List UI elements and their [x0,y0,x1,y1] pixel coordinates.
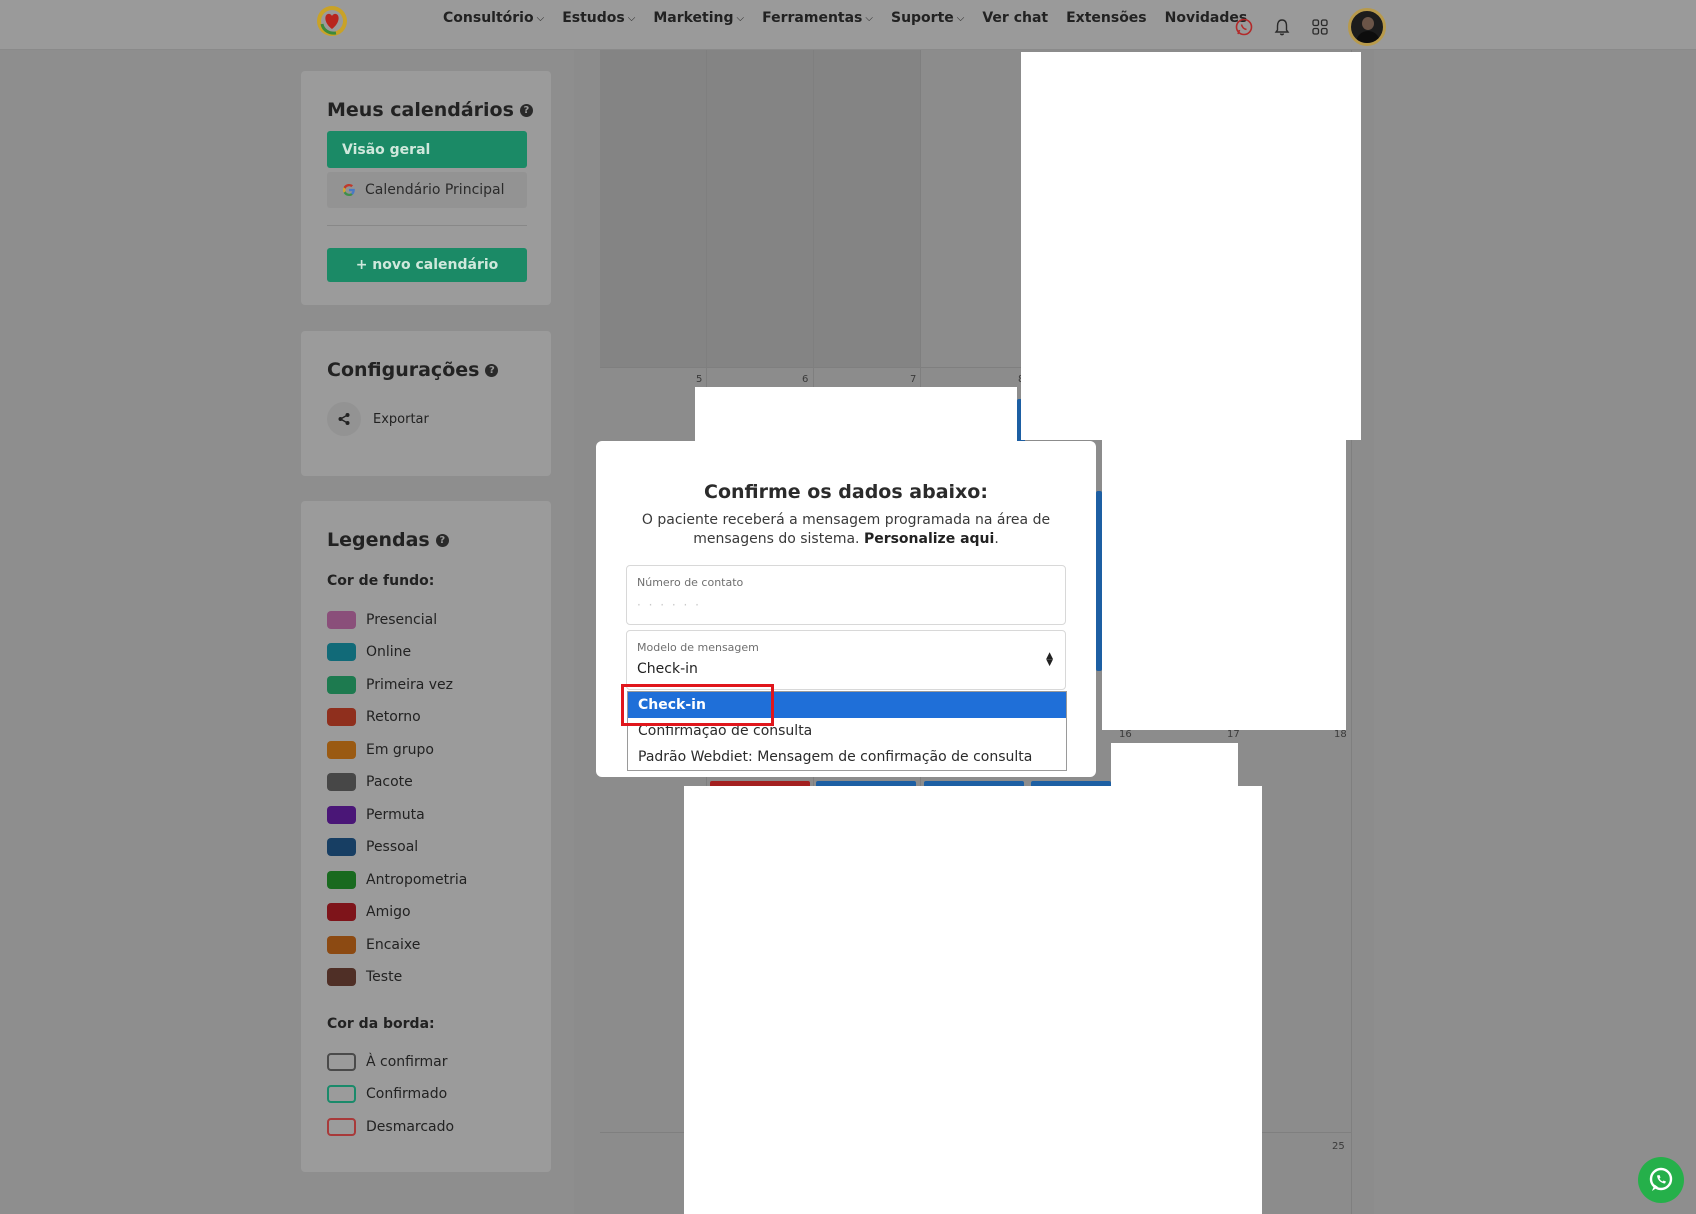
avatar[interactable] [1348,8,1386,46]
customize-link[interactable]: Personalize aqui [864,531,994,547]
legend-item-pacote: Pacote [327,773,413,791]
help-icon[interactable]: ? [435,533,449,547]
blank-panel [1102,440,1346,730]
modal-title: Confirme os dados abaixo: [704,481,988,503]
legend-item-teste: Teste [327,968,402,986]
background-color-title: Cor de fundo: [327,573,435,589]
message-template-label: Modelo de mensagem [637,641,759,654]
nav-ver-chat[interactable]: Ver chat [982,10,1048,26]
nav-marketing[interactable]: Marketing ⌵ [653,10,744,26]
legend-card: Legendas? Cor de fundo: Presencial Onlin… [301,501,551,1172]
export-button[interactable]: Exportar [327,402,429,436]
message-template-value: Check-in [637,661,698,677]
color-swatch [327,871,356,889]
chevron-down-icon: ⌵ [536,12,545,24]
legend-item-em-grupo: Em grupo [327,741,434,759]
color-swatch [327,676,356,694]
bell-icon[interactable] [1272,17,1292,37]
modal-description: O paciente receberá a mensagem programad… [641,512,1051,547]
legend-item-presencial: Presencial [327,611,437,629]
settings-title: Configurações? [327,359,499,381]
calendars-card: Meus calendários? Visão geral Calendário… [301,71,551,305]
day-number: 6 [802,374,809,385]
top-icons [1234,8,1386,46]
border-color-title: Cor da borda: [327,1016,435,1032]
legend-item-desmarcado: Desmarcado [327,1118,454,1136]
legend-title: Legendas? [327,529,449,551]
overview-button[interactable]: Visão geral [327,131,527,168]
chevron-down-icon: ⌵ [956,12,965,24]
help-icon[interactable]: ? [519,103,533,117]
blank-panel [1111,743,1238,789]
nav-ferramentas[interactable]: Ferramentas ⌵ [762,10,873,26]
color-swatch [327,708,356,726]
select-arrows-icon: ▲ ▼ [1046,651,1053,668]
contact-number-value: · · · · · · [637,598,701,612]
app-logo[interactable] [314,2,350,38]
calendars-title: Meus calendários? [327,99,533,121]
blank-panel [695,387,1017,441]
blank-panel [1021,52,1361,440]
nav-consultorio[interactable]: Consultório ⌵ [443,10,544,26]
color-swatch [327,643,356,661]
whatsapp-icon[interactable] [1234,17,1254,37]
border-swatch [327,1118,356,1136]
border-swatch [327,1085,356,1103]
day-number: 18 [1334,729,1347,740]
top-navbar: Consultório ⌵ Estudos ⌵ Marketing ⌵ Ferrame… [0,0,1696,50]
legend-item-a-confirmar: À confirmar [327,1053,447,1071]
day-number: 17 [1227,729,1240,740]
highlight-box [621,684,774,726]
legend-item-permuta: Permuta [327,806,425,824]
day-number: 16 [1119,729,1132,740]
nav-estudos[interactable]: Estudos ⌵ [562,10,635,26]
day-number: 5 [696,374,703,385]
legend-item-pessoal: Pessoal [327,838,418,856]
color-swatch [327,936,356,954]
nav-suporte[interactable]: Suporte ⌵ [891,10,964,26]
legend-item-primeira-vez: Primeira vez [327,676,453,694]
main-calendar-item[interactable]: Calendário Principal [327,172,527,208]
main-nav: Consultório ⌵ Estudos ⌵ Marketing ⌵ Ferrame… [443,10,1265,26]
day-number: 25 [1332,1141,1345,1152]
legend-item-antropometria: Antropometria [327,871,467,889]
chevron-down-icon: ⌵ [736,12,745,24]
color-swatch [327,903,356,921]
legend-item-amigo: Amigo [327,903,411,921]
contact-number-field[interactable]: Número de contato · · · · · · [626,565,1066,625]
apps-grid-icon[interactable] [1310,17,1330,37]
blank-panel [684,786,1262,1214]
chevron-down-icon: ⌵ [865,12,873,24]
share-icon [327,402,361,436]
color-swatch [327,611,356,629]
whatsapp-float-button[interactable] [1638,1157,1684,1203]
color-swatch [327,838,356,856]
border-swatch [327,1053,356,1071]
past-days-shade [600,50,920,367]
legend-item-retorno: Retorno [327,708,421,726]
message-template-select[interactable]: Modelo de mensagem Check-in ▲ ▼ [626,630,1066,690]
contact-number-label: Número de contato [637,576,744,589]
option-padrao-webdiet[interactable]: Padrão Webdiet: Mensagem de confirmação … [628,744,1066,770]
legend-item-encaixe: Encaixe [327,936,420,954]
settings-card: Configurações? Exportar [301,331,551,476]
color-swatch [327,773,356,791]
help-icon[interactable]: ? [485,363,499,377]
divider [327,225,527,226]
color-swatch [327,806,356,824]
color-swatch [327,968,356,986]
color-swatch [327,741,356,759]
new-calendar-button[interactable]: + novo calendário [327,248,527,282]
legend-item-confirmado: Confirmado [327,1085,447,1103]
chevron-down-icon: ⌵ [627,12,636,24]
nav-extensoes[interactable]: Extensões [1066,10,1147,26]
day-number: 7 [910,374,917,385]
google-icon [342,183,356,197]
legend-item-online: Online [327,643,411,661]
